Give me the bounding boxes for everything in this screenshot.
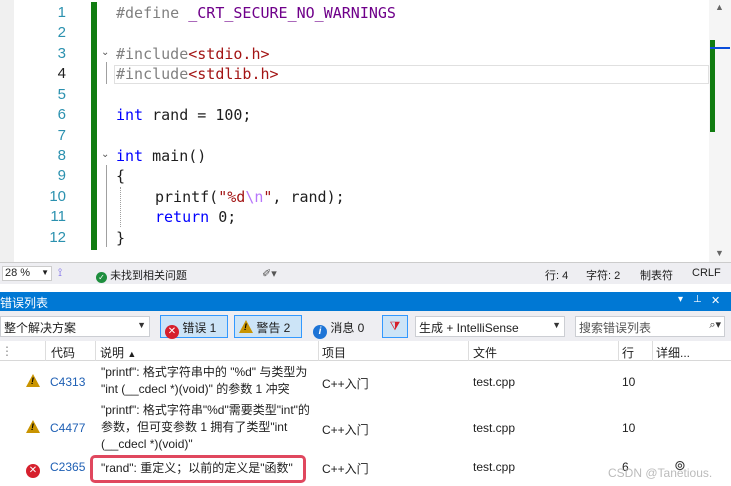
chevron-down-icon: ▼ bbox=[552, 320, 561, 330]
error-project: C++入门 bbox=[322, 462, 369, 476]
error-icon: ✕ bbox=[26, 460, 40, 478]
error-description: "printf": 格式字符串中的 "%d" 与类型为 "int (__cdec… bbox=[101, 365, 308, 396]
line-number-current: 4 bbox=[57, 65, 66, 82]
error-line: 10 bbox=[622, 421, 636, 435]
error-project: C++入门 bbox=[322, 423, 369, 437]
line-number: 10 bbox=[49, 188, 66, 205]
indent-guide bbox=[120, 187, 121, 227]
column-separator bbox=[95, 341, 96, 361]
column-description[interactable]: 说明 ▲ bbox=[100, 344, 136, 361]
messages-filter-button[interactable]: i 消息 0 bbox=[308, 315, 376, 339]
line-number: 8 bbox=[57, 147, 66, 164]
column-separator bbox=[468, 341, 469, 361]
code-line-11[interactable]: return 0; bbox=[155, 207, 236, 227]
panel-title: 错误列表 bbox=[0, 296, 49, 310]
chevron-down-icon: ▼ bbox=[41, 268, 49, 277]
scope-dropdown[interactable]: 整个解决方案 ▼ bbox=[0, 316, 150, 337]
column-separator bbox=[652, 341, 653, 361]
column-detail[interactable]: 详细... bbox=[656, 344, 690, 361]
window-position-icon[interactable]: ▾ bbox=[678, 294, 683, 305]
error-project: C++入门 bbox=[322, 377, 369, 391]
line-number: 9 bbox=[57, 167, 66, 184]
error-list-titlebar: 错误列表 ▾ ⊥ ✕ bbox=[0, 292, 731, 311]
table-row[interactable]: ! C4313 "printf": 格式字符串中的 "%d" 与类型为 "int… bbox=[0, 363, 731, 401]
code-line-10[interactable]: printf("%d\n", rand); bbox=[155, 187, 345, 207]
scrollbar-caret-marker bbox=[710, 47, 730, 49]
build-source-dropdown[interactable]: 生成 + IntelliSense ▼ bbox=[415, 316, 565, 337]
info-icon: i bbox=[313, 325, 327, 339]
scrollbar-change-marker bbox=[710, 40, 715, 132]
error-list-header: ⋮ 代码 说明 ▲ 项目 文件 行 详细... bbox=[0, 341, 731, 361]
search-icon: ⌕▾ bbox=[709, 319, 721, 331]
close-icon[interactable]: ✕ bbox=[711, 294, 720, 307]
line-number: 1 bbox=[57, 4, 66, 21]
scroll-up-icon[interactable]: ▲ bbox=[715, 2, 724, 12]
issues-indicator[interactable]: ✓ 未找到相关问题 bbox=[96, 267, 187, 283]
char-indicator[interactable]: 字符: 2 bbox=[586, 267, 620, 283]
error-code-link[interactable]: C2365 bbox=[50, 460, 85, 474]
filter-icon[interactable]: ⧩ bbox=[382, 315, 408, 338]
fold-chevron-icon[interactable]: ⌄ bbox=[101, 47, 109, 58]
warning-icon: ! bbox=[239, 320, 253, 333]
editor-margin bbox=[0, 0, 14, 262]
column-separator bbox=[318, 341, 319, 361]
chevron-down-icon: ▼ bbox=[137, 320, 146, 330]
errors-filter-button[interactable]: ✕ 错误 1 bbox=[160, 315, 228, 339]
code-line-4[interactable]: #include<stdlib.h> bbox=[116, 64, 279, 84]
pin-icon[interactable]: ⊥ bbox=[693, 294, 702, 305]
line-number: 5 bbox=[57, 86, 66, 103]
line-number: 11 bbox=[50, 208, 66, 225]
code-line-1[interactable]: #define _CRT_SECURE_NO_WARNINGS bbox=[116, 3, 396, 23]
intellicode-icon[interactable]: ⟟ bbox=[58, 267, 62, 280]
code-line-12[interactable]: } bbox=[116, 228, 125, 248]
error-file: test.cpp bbox=[473, 421, 516, 435]
warning-icon: ! bbox=[26, 374, 40, 389]
code-line-9[interactable]: { bbox=[116, 166, 125, 186]
fold-line bbox=[106, 62, 107, 84]
cleanup-brush-icon[interactable]: ✐▾ bbox=[262, 267, 277, 280]
code-line-6[interactable]: int rand = 100; bbox=[116, 105, 251, 125]
scroll-down-icon[interactable]: ▼ bbox=[715, 248, 724, 258]
error-icon: ✕ bbox=[165, 325, 179, 339]
error-code-link[interactable]: C4477 bbox=[50, 421, 85, 435]
error-description: "printf": 格式字符串"%d"需要类型"int"的参数，但可变参数 1 … bbox=[101, 403, 310, 451]
code-line-3[interactable]: #include<stdio.h> bbox=[116, 44, 270, 64]
watermark: CSDN @Tanetious. bbox=[608, 466, 713, 480]
checkmark-icon: ✓ bbox=[96, 272, 107, 283]
search-input[interactable]: 搜索错误列表 ⌕▾ bbox=[575, 316, 725, 337]
zoom-combo[interactable]: 28 % ▼ bbox=[2, 266, 52, 281]
error-list-toolbar: 整个解决方案 ▼ ✕ 错误 1 ! 警告 2 i 消息 0 ⧩ 生成 + Inte… bbox=[0, 311, 731, 341]
fold-chevron-icon[interactable]: ⌄ bbox=[101, 149, 109, 160]
change-tracking-bar bbox=[91, 2, 97, 250]
line-number: 3 bbox=[57, 45, 66, 62]
error-file: test.cpp bbox=[473, 375, 516, 389]
warning-icon: ! bbox=[26, 420, 40, 435]
column-separator bbox=[618, 341, 619, 361]
warnings-filter-button[interactable]: ! 警告 2 bbox=[234, 315, 302, 338]
code-editor[interactable]: 1 2 3 4 5 6 8 7 9 10 11 12 ⌄ ⌄ #define _… bbox=[0, 0, 731, 262]
line-number: 7 bbox=[57, 127, 66, 144]
whitespace-indicator[interactable]: 制表符 bbox=[640, 267, 673, 283]
column-grip: ⋮ bbox=[1, 344, 13, 358]
line-indicator[interactable]: 行: 4 bbox=[545, 267, 568, 283]
fold-line bbox=[106, 165, 107, 247]
error-file: test.cpp bbox=[473, 460, 516, 474]
line-number: 12 bbox=[49, 229, 66, 246]
column-line[interactable]: 行 bbox=[622, 344, 634, 361]
line-number: 2 bbox=[57, 24, 66, 41]
error-line: 10 bbox=[622, 375, 636, 389]
code-line-8[interactable]: int main() bbox=[116, 146, 206, 166]
column-file[interactable]: 文件 bbox=[473, 344, 497, 361]
column-project[interactable]: 项目 bbox=[322, 344, 346, 361]
highlight-annotation bbox=[90, 455, 306, 483]
line-ending-indicator[interactable]: CRLF bbox=[692, 267, 721, 279]
table-row[interactable]: ! C4477 "printf": 格式字符串"%d"需要类型"int"的参数，… bbox=[0, 402, 731, 454]
column-code[interactable]: 代码 bbox=[51, 344, 75, 361]
column-separator bbox=[45, 341, 46, 361]
line-number: 6 bbox=[57, 106, 66, 123]
sort-ascending-icon: ▲ bbox=[127, 349, 137, 359]
error-code-link[interactable]: C4313 bbox=[50, 375, 85, 389]
editor-status-bar: 28 % ▼ ⟟ ✓ 未找到相关问题 ✐▾ 行: 4 字符: 2 制表符 CRLF bbox=[0, 262, 731, 284]
vertical-scrollbar[interactable]: ▲ ▼ bbox=[709, 0, 731, 262]
